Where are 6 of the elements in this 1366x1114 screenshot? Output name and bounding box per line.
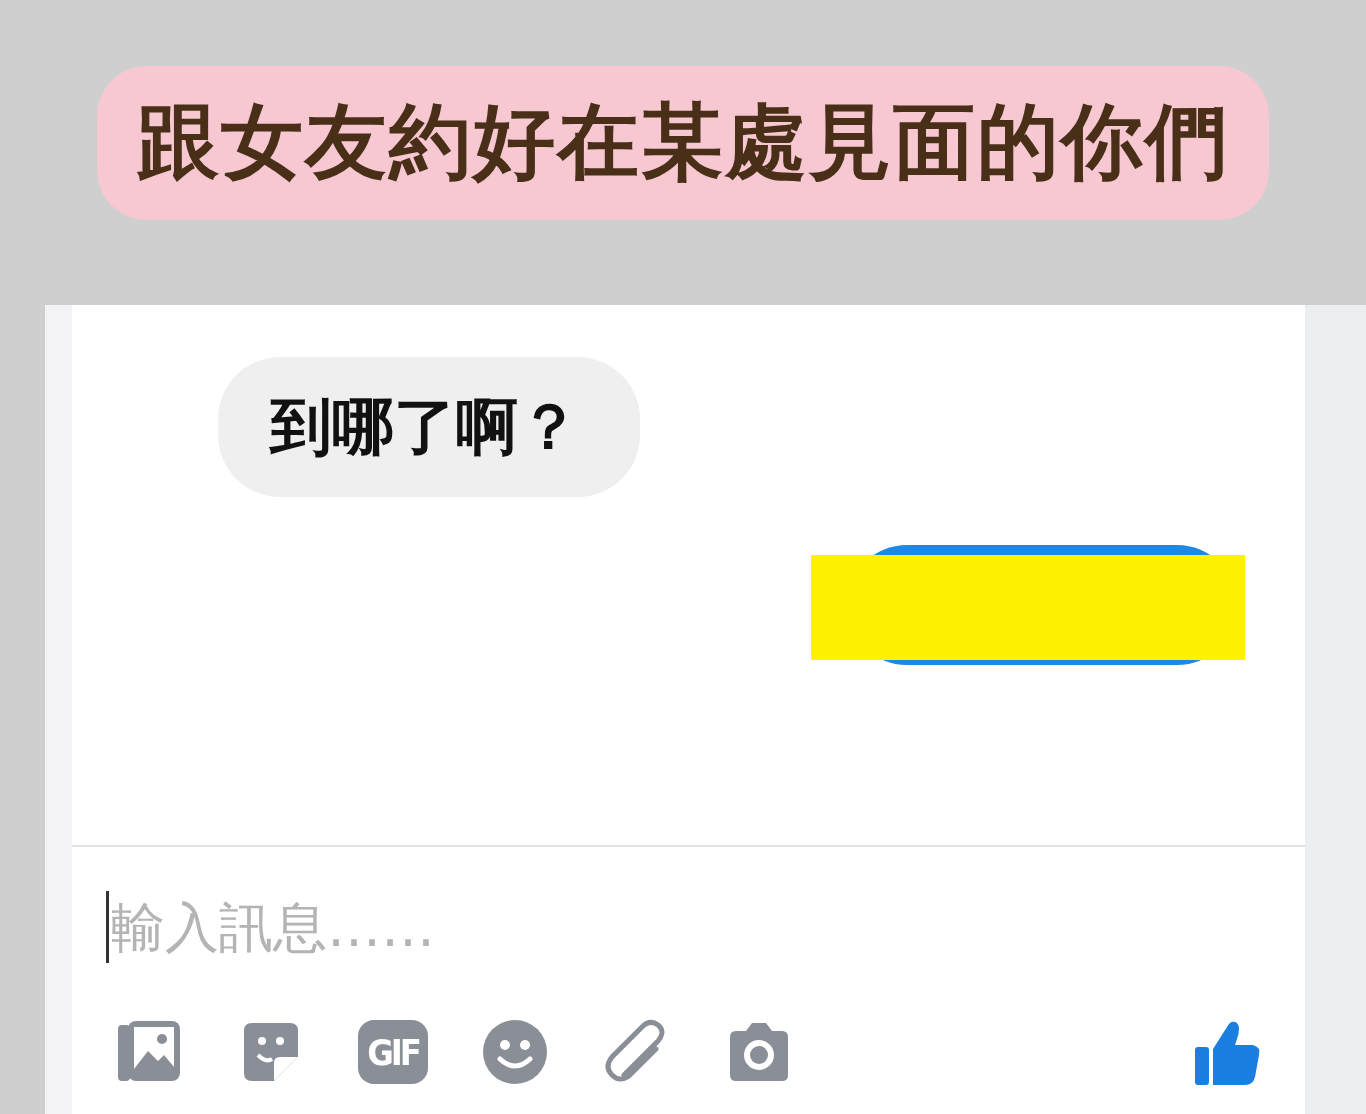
gif-button[interactable]: GIF	[358, 1020, 428, 1084]
message-bubble: 到哪了啊？	[218, 357, 640, 497]
text-cursor	[106, 891, 109, 963]
caption: 跟女友約好在某處見面的你們	[97, 65, 1269, 220]
emoji-icon[interactable]	[480, 1017, 550, 1087]
message-input[interactable]: 輸入訊息……	[111, 895, 811, 959]
